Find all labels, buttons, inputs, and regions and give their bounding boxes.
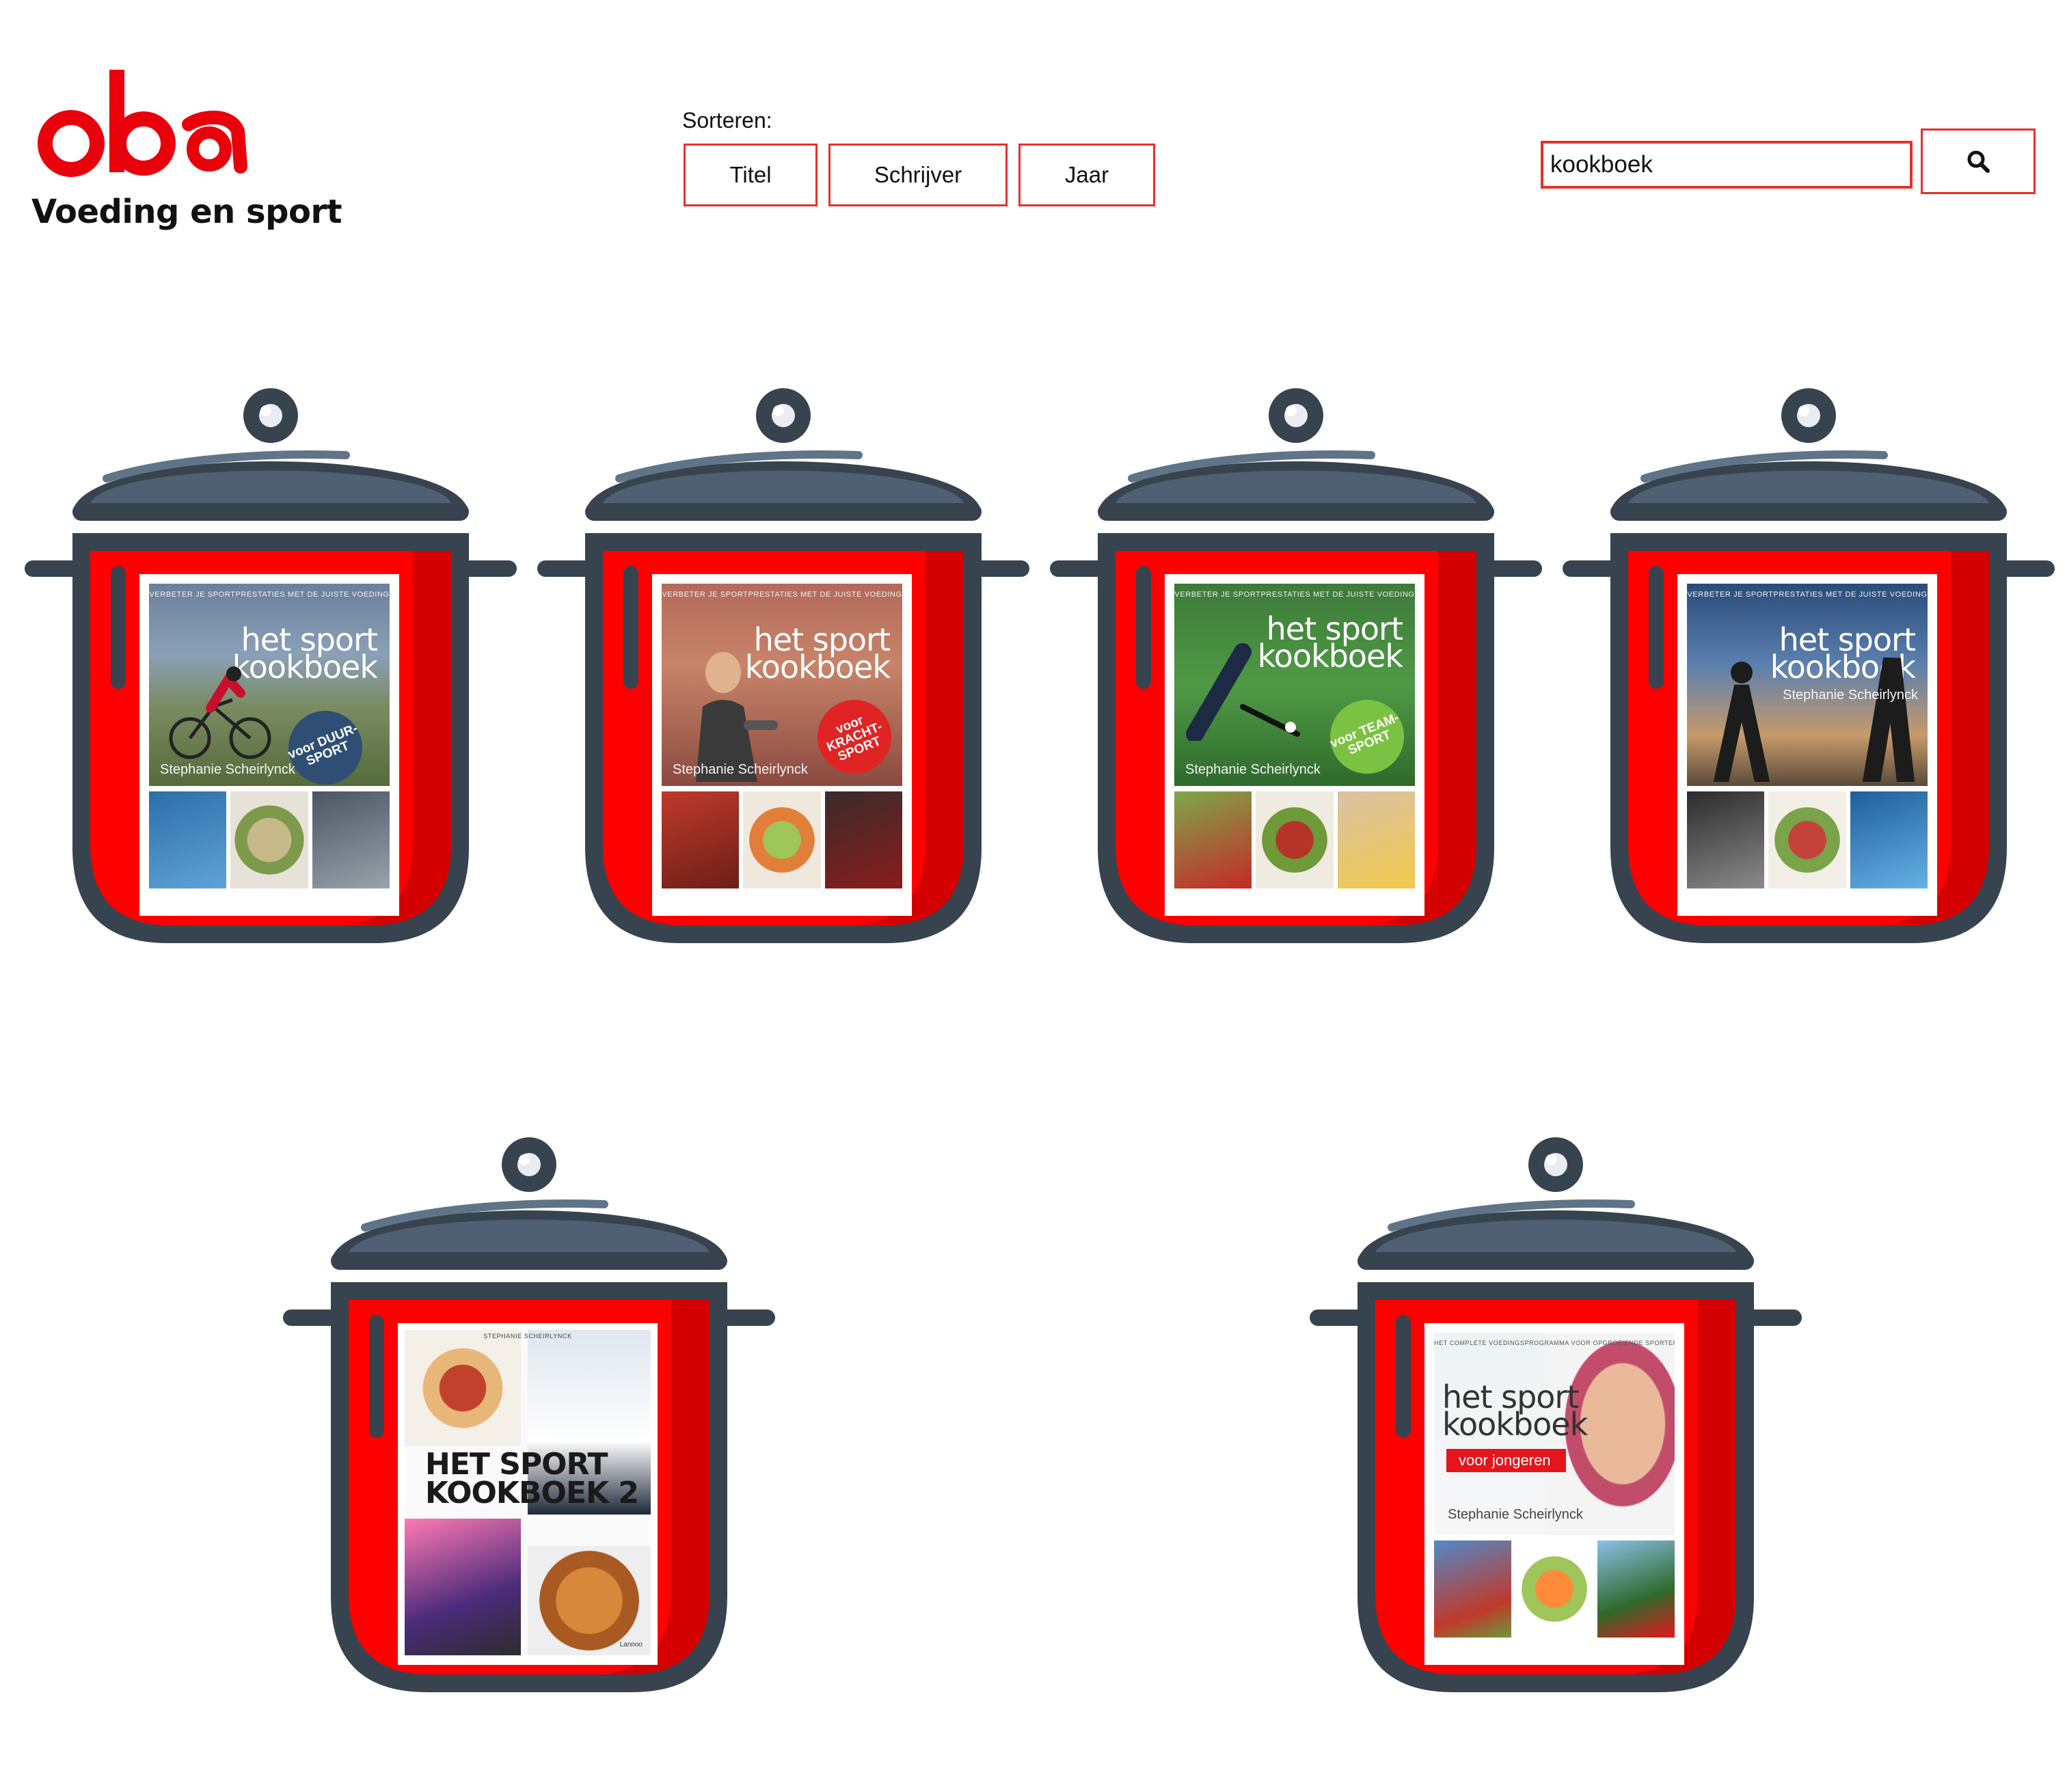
book-card[interactable]: VERBETER JE SPORTPRESTATIES MET DE JUIST… xyxy=(1563,383,2055,950)
book-cover[interactable]: VERBETER JE SPORTPRESTATIES MET DE JUIST… xyxy=(1677,574,1937,916)
search-icon xyxy=(1967,150,1990,173)
book-tagline: VERBETER JE SPORTPRESTATIES MET DE JUIST… xyxy=(662,590,902,599)
book-tagline: HET COMPLETE VOEDINGSPROGRAMMA VOOR OPGR… xyxy=(1434,1340,1675,1346)
oba-logo-mark xyxy=(38,70,247,177)
book-card[interactable]: HET COMPLETE VOEDINGSPROGRAMMA VOOR OPGR… xyxy=(1310,1132,1802,1699)
book-tagline: STEPHANIE SCHEIRLYNCK xyxy=(483,1333,572,1340)
book-title: het sport kookboek xyxy=(1442,1379,1588,1443)
site-subtitle: Voeding en sport xyxy=(31,193,342,231)
book-author: Stephanie Scheirlynck xyxy=(673,762,808,777)
sort-title-button[interactable]: Titel xyxy=(684,144,818,206)
book-author: Stephanie Scheirlynck xyxy=(1448,1507,1583,1522)
book-badge: voor jongeren xyxy=(1446,1449,1566,1472)
book-publisher: Lannoo xyxy=(1393,901,1416,909)
book-card[interactable]: VERBETER JE SPORTPRESTATIES MET DE JUIST… xyxy=(25,383,517,950)
sort-label: Sorteren: xyxy=(682,108,772,133)
book-publisher: Lannoo xyxy=(1906,901,1929,909)
book-tagline: VERBETER JE SPORTPRESTATIES MET DE JUIST… xyxy=(1687,590,1928,599)
cyclist-icon xyxy=(169,666,271,759)
runners-icon xyxy=(1714,657,1915,782)
book-card[interactable]: VERBETER JE SPORTPRESTATIES MET DE JUIST… xyxy=(537,383,1029,950)
book-title: HET SPORT KOOKBOEK 2 xyxy=(425,1447,639,1510)
book-cover[interactable]: VERBETER JE SPORTPRESTATIES MET DE JUIST… xyxy=(139,574,399,916)
book-card[interactable]: STEPHANIE SCHEIRLYNCK HET SPORT KOOKBOEK… xyxy=(283,1132,775,1699)
book-cover[interactable]: STEPHANIE SCHEIRLYNCK HET SPORT KOOKBOEK… xyxy=(398,1323,658,1665)
search-input[interactable] xyxy=(1541,141,1913,189)
hockey-icon xyxy=(1186,643,1300,741)
search-button[interactable] xyxy=(1921,128,2036,194)
book-tagline: VERBETER JE SPORTPRESTATIES MET DE JUIST… xyxy=(149,590,390,599)
book-card[interactable]: VERBETER JE SPORTPRESTATIES MET DE JUIST… xyxy=(1050,383,1542,950)
book-publisher: Lannoo xyxy=(368,901,391,909)
book-cover[interactable]: VERBETER JE SPORTPRESTATIES MET DE JUIST… xyxy=(1165,574,1424,916)
book-author: Stephanie Scheirlynck xyxy=(1783,688,1918,703)
book-publisher: Lannoo xyxy=(880,901,904,909)
oba-logo[interactable] xyxy=(33,66,252,182)
book-tagline: VERBETER JE SPORTPRESTATIES MET DE JUIST… xyxy=(1174,590,1415,599)
book-author: Stephanie Scheirlynck xyxy=(160,762,295,777)
book-cover[interactable]: VERBETER JE SPORTPRESTATIES MET DE JUIST… xyxy=(652,574,912,916)
book-publisher: Lannoo xyxy=(619,1641,643,1648)
book-cover[interactable]: HET COMPLETE VOEDINGSPROGRAMMA VOOR OPGR… xyxy=(1424,1323,1684,1665)
sort-year-button[interactable]: Jaar xyxy=(1018,144,1155,206)
book-author: Stephanie Scheirlynck xyxy=(1185,762,1321,777)
sort-author-button[interactable]: Schrijver xyxy=(828,144,1008,206)
athlete-icon xyxy=(696,652,778,782)
